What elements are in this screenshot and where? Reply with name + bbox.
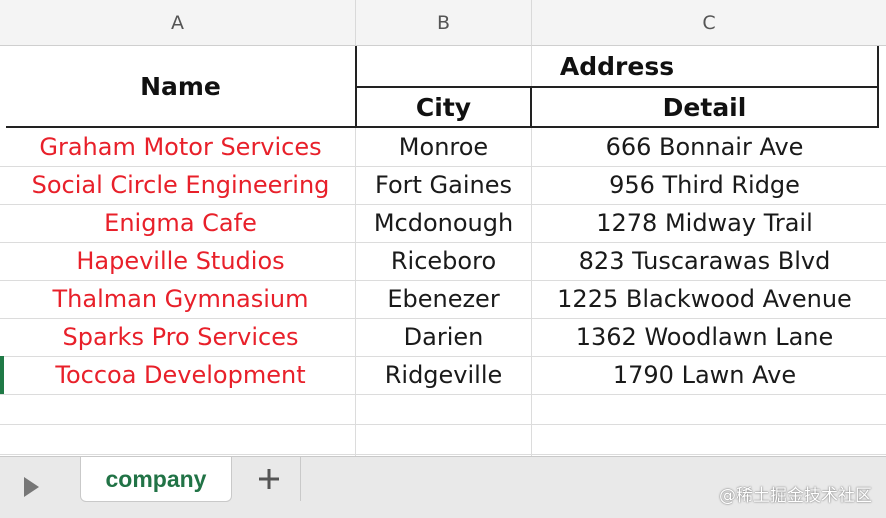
- cell-city[interactable]: Mcdonough: [357, 204, 530, 242]
- cell-detail[interactable]: 1278 Midway Trail: [532, 204, 877, 242]
- column-header-a[interactable]: A: [0, 0, 356, 46]
- play-right-icon: [24, 477, 39, 497]
- cell-city[interactable]: Darien: [357, 318, 530, 356]
- column-header-b[interactable]: B: [356, 0, 532, 46]
- scroll-tabs-right-button[interactable]: [0, 457, 62, 517]
- sheet-tab-label: company: [105, 465, 207, 492]
- cell-city[interactable]: Fort Gaines: [357, 166, 530, 204]
- cell-detail[interactable]: 1362 Woodlawn Lane: [532, 318, 877, 356]
- row-selection-marker: [0, 356, 4, 394]
- header-name[interactable]: Name: [6, 46, 355, 126]
- cell-detail[interactable]: 666 Bonnair Ave: [532, 128, 877, 166]
- column-header-c[interactable]: C: [532, 0, 886, 46]
- cell-city[interactable]: Riceboro: [357, 242, 530, 280]
- cell-detail[interactable]: 1790 Lawn Ave: [532, 356, 877, 394]
- column-header-label: B: [436, 11, 451, 34]
- header-address[interactable]: Address: [357, 46, 877, 86]
- grid-line: [0, 424, 886, 425]
- cell-name[interactable]: Thalman Gymnasium: [6, 280, 355, 318]
- plus-icon: [259, 469, 279, 489]
- add-sheet-button[interactable]: [238, 457, 301, 501]
- cell-name[interactable]: Social Circle Engineering: [6, 166, 355, 204]
- column-header-label: C: [702, 11, 716, 34]
- cell-city[interactable]: Ebenezer: [357, 280, 530, 318]
- cell-name[interactable]: Toccoa Development: [6, 356, 355, 394]
- cell-name[interactable]: Graham Motor Services: [6, 128, 355, 166]
- cell-city[interactable]: Ridgeville: [357, 356, 530, 394]
- cell-detail[interactable]: 956 Third Ridge: [532, 166, 877, 204]
- cell-name[interactable]: Sparks Pro Services: [6, 318, 355, 356]
- watermark: @稀土掘金技术社区: [719, 486, 872, 506]
- grid-line: [0, 394, 886, 395]
- sheet-tab-company[interactable]: company: [80, 457, 232, 502]
- cell-detail[interactable]: 1225 Blackwood Avenue: [532, 280, 877, 318]
- column-header-label: A: [171, 11, 184, 34]
- spreadsheet-grid[interactable]: A B C Name Address City Detail Graham Mo…: [0, 0, 886, 456]
- cell-city[interactable]: Monroe: [357, 128, 530, 166]
- header-detail[interactable]: Detail: [532, 88, 877, 126]
- sheet-tab-bar: company @稀土掘金技术社区: [0, 456, 886, 518]
- grid-line: [0, 454, 886, 455]
- cell-name[interactable]: Enigma Cafe: [6, 204, 355, 242]
- cell-name[interactable]: Hapeville Studios: [6, 242, 355, 280]
- header-city[interactable]: City: [357, 88, 530, 126]
- cell-detail[interactable]: 823 Tuscarawas Blvd: [532, 242, 877, 280]
